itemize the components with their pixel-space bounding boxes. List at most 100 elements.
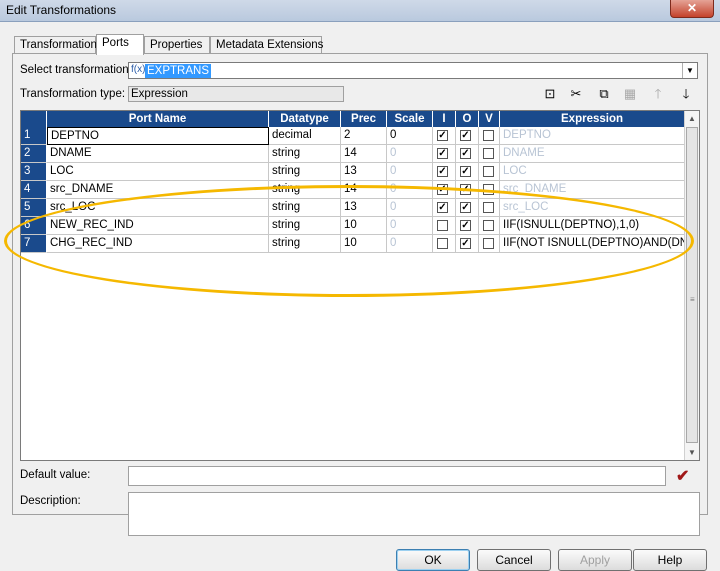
table-row[interactable]: 1 DEPTNO decimal 2 0 ✓ ✓ DEPTNO [21,127,685,145]
cell-num[interactable]: 1 [21,127,47,145]
cell-num[interactable]: 4 [21,181,47,199]
validate-check-icon[interactable]: ✔ [676,466,689,486]
checkbox-o[interactable]: ✓ [460,238,471,249]
checkbox-v[interactable] [483,148,494,159]
cell-datatype[interactable]: string [269,145,341,163]
default-value-input[interactable] [128,466,666,486]
cell-expression[interactable]: IIF(NOT ISNULL(DEPTNO)AND(DN... [500,235,685,253]
checkbox-o[interactable]: ✓ [460,148,471,159]
cell-datatype[interactable]: decimal [269,127,341,145]
cell-name[interactable]: NEW_REC_IND [47,217,269,235]
cell-expression[interactable]: DNAME [500,145,685,163]
cell-num[interactable]: 3 [21,163,47,181]
scrollbar-thumb[interactable]: ≡ [686,127,698,443]
checkbox-o[interactable]: ✓ [460,130,471,141]
table-row[interactable]: 6 NEW_REC_IND string 10 0 ✓ IIF(ISNULL(DEPTNO)… [21,217,685,235]
tab-transformation[interactable]: Transformation [14,36,97,54]
header-datatype[interactable]: Datatype [269,111,341,127]
help-button[interactable]: Help [633,549,707,571]
checkbox-i[interactable]: ✓ [437,130,448,141]
checkbox-v[interactable] [483,184,494,195]
header-prec[interactable]: Prec [341,111,387,127]
table-row[interactable]: 3 LOC string 13 0 ✓ ✓ LOC [21,163,685,181]
cell-num[interactable]: 7 [21,235,47,253]
cell-datatype[interactable]: string [269,163,341,181]
cell-prec[interactable]: 13 [341,199,387,217]
checkbox-i[interactable]: ✓ [437,166,448,177]
table-row[interactable]: 4 src_DNAME string 14 0 ✓ ✓ src_DNAME [21,181,685,199]
header-output[interactable]: O [456,111,479,127]
apply-button[interactable]: Apply [558,549,632,571]
checkbox-v[interactable] [483,130,494,141]
cell-expression[interactable]: LOC [500,163,685,181]
cell-expression[interactable]: IIF(ISNULL(DEPTNO),1,0) [500,217,685,235]
cell-name[interactable]: CHG_REC_IND [47,235,269,253]
scroll-up-icon[interactable]: ▲ [685,111,699,126]
checkbox-i[interactable]: ✓ [437,202,448,213]
cell-scale[interactable]: 0 [387,235,433,253]
cell-num[interactable]: 5 [21,199,47,217]
cell-datatype[interactable]: string [269,199,341,217]
cell-scale[interactable]: 0 [387,127,433,145]
cell-num[interactable]: 6 [21,217,47,235]
cell-prec[interactable]: 14 [341,145,387,163]
paste-icon[interactable]: ▦ [622,86,638,102]
tab-ports[interactable]: Ports [96,34,144,55]
cell-name[interactable]: LOC [47,163,269,181]
select-transformation-dropdown[interactable]: f(x) EXPTRANS ▼ [128,62,698,79]
checkbox-i[interactable] [437,220,448,231]
cell-scale[interactable]: 0 [387,217,433,235]
checkbox-v[interactable] [483,220,494,231]
cell-expression[interactable]: DEPTNO [500,127,685,145]
cell-prec[interactable]: 14 [341,181,387,199]
close-button[interactable]: ✕ [670,0,714,18]
tab-metadata-extensions[interactable]: Metadata Extensions [210,36,323,54]
ok-button[interactable]: OK [396,549,470,571]
cell-num[interactable]: 2 [21,145,47,163]
checkbox-v[interactable] [483,238,494,249]
table-row[interactable]: 5 src_LOC string 13 0 ✓ ✓ src_LOC [21,199,685,217]
table-row[interactable]: 7 CHG_REC_IND string 10 0 ✓ IIF(NOT ISNULL(DEP… [21,235,685,253]
chevron-down-icon[interactable]: ▼ [682,63,697,78]
checkbox-i[interactable] [437,238,448,249]
cell-prec[interactable]: 13 [341,163,387,181]
cell-scale[interactable]: 0 [387,145,433,163]
checkbox-o[interactable]: ✓ [460,166,471,177]
cancel-button[interactable]: Cancel [477,549,551,571]
cell-scale[interactable]: 0 [387,163,433,181]
checkbox-v[interactable] [483,202,494,213]
move-up-icon[interactable]: 🡑 [650,86,666,102]
cell-prec[interactable]: 10 [341,235,387,253]
cell-datatype[interactable]: string [269,181,341,199]
cell-datatype[interactable]: string [269,217,341,235]
new-port-icon[interactable]: ⊡ [542,86,558,102]
checkbox-o[interactable]: ✓ [460,202,471,213]
cell-name[interactable]: DNAME [47,145,269,163]
cell-name[interactable]: src_LOC [47,199,269,217]
scroll-down-icon[interactable]: ▼ [685,445,699,460]
grid-vertical-scrollbar[interactable]: ▲ ≡ ▼ [684,111,699,460]
table-row[interactable]: 2 DNAME string 14 0 ✓ ✓ DNAME [21,145,685,163]
header-variable[interactable]: V [479,111,500,127]
checkbox-i[interactable]: ✓ [437,148,448,159]
cell-name[interactable]: src_DNAME [47,181,269,199]
checkbox-v[interactable] [483,166,494,177]
move-down-icon[interactable]: 🡓 [678,86,694,102]
cell-datatype[interactable]: string [269,235,341,253]
copy-icon[interactable]: ⧉ [596,86,612,102]
tab-properties[interactable]: Properties [144,36,210,54]
cell-name[interactable]: DEPTNO [47,127,269,145]
cell-scale[interactable]: 0 [387,199,433,217]
cut-icon[interactable]: ✂ [568,86,584,102]
cell-prec[interactable]: 10 [341,217,387,235]
description-textarea[interactable] [128,492,700,536]
checkbox-o[interactable]: ✓ [460,220,471,231]
cell-expression[interactable]: src_DNAME [500,181,685,199]
cell-expression[interactable]: src_LOC [500,199,685,217]
header-port-name[interactable]: Port Name [47,111,269,127]
header-scale[interactable]: Scale [387,111,433,127]
cell-scale[interactable]: 0 [387,181,433,199]
header-input[interactable]: I [433,111,456,127]
cell-prec[interactable]: 2 [341,127,387,145]
header-expression[interactable]: Expression [500,111,685,127]
